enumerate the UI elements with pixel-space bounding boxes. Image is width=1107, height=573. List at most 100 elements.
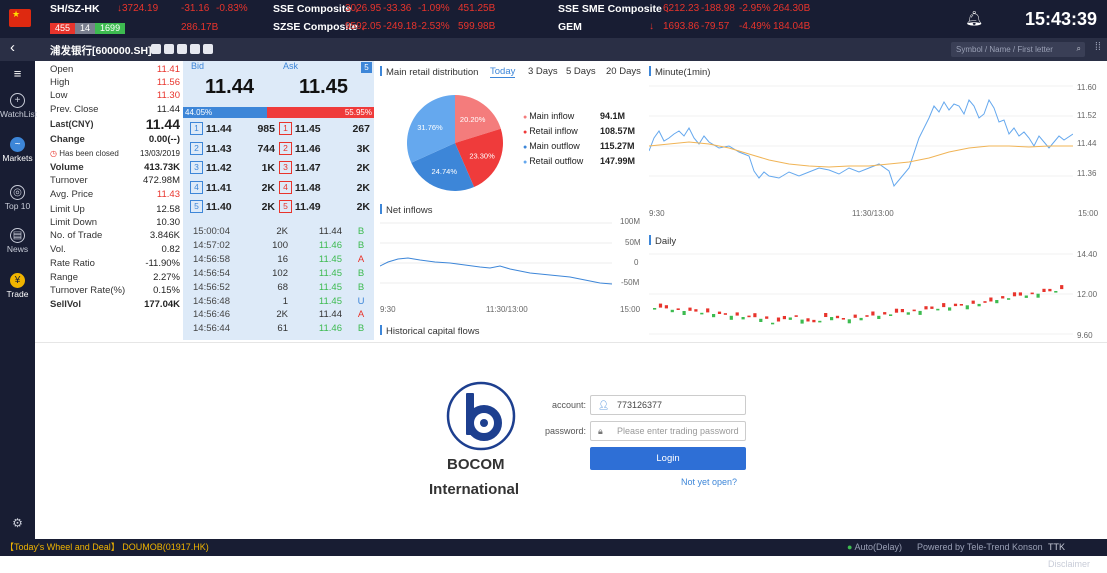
- quote-row: Open 11.41: [50, 63, 180, 76]
- candle: [1054, 291, 1058, 293]
- account-field[interactable]: 👤︎ 773126377: [590, 395, 746, 415]
- quote-row: Prev. Close 11.44: [50, 103, 180, 116]
- quote-value: 413.73K: [144, 162, 180, 173]
- candle: [936, 308, 940, 311]
- ask-level-price-text: 11.46: [294, 142, 321, 155]
- title-marker: [380, 204, 382, 214]
- candle: [830, 317, 834, 321]
- net-inflows-chart: [380, 222, 613, 285]
- index-name[interactable]: SSE SME Composite ↓: [558, 3, 670, 15]
- tick-time: 14:56:54: [193, 267, 230, 279]
- bid-level-volume: 2K: [261, 201, 275, 213]
- advance-decline: 455 14 1699: [50, 22, 126, 34]
- news-ticker[interactable]: 【Today's Wheel and Deal】 DOUMOB(01917.HK…: [5, 539, 209, 556]
- candle: [989, 297, 993, 302]
- quote-row: Rate Ratio -11.90%: [50, 257, 180, 270]
- nav-news[interactable]: ▤ News: [0, 228, 35, 254]
- tick-volume: 68: [277, 281, 288, 293]
- ask-level-badge: 4: [279, 180, 292, 194]
- password-label: password:: [544, 426, 586, 436]
- nav-top10[interactable]: ◎ Top 10: [0, 185, 35, 211]
- grid-menu-icon[interactable]: ⁞⁞: [1095, 41, 1101, 53]
- quote-row: Limit Down 10.30: [50, 216, 180, 229]
- candle: [1007, 298, 1011, 300]
- quote-row: Last(CNY) 11.44: [50, 117, 180, 131]
- nav-watchlist[interactable]: + WatchList: [0, 93, 37, 119]
- legend-item: ● Main outflow 115.27M: [523, 141, 643, 151]
- candle: [871, 311, 875, 316]
- login-panel: [35, 342, 1107, 539]
- nav-markets[interactable]: ~ Markets: [0, 137, 35, 163]
- pie-slice-label: 23.30%: [469, 151, 495, 160]
- candle: [900, 309, 904, 313]
- back-arrow-icon[interactable]: ‹: [10, 39, 15, 56]
- quote-value: 2.27%: [153, 272, 180, 283]
- index-turnover: 286.17B: [181, 22, 219, 33]
- f10-icon[interactable]: [203, 44, 213, 54]
- tab-3-days[interactable]: 3 Days: [528, 66, 558, 77]
- market-index-bar: SH/SZ-HK ↓3724.19 -31.16 -0.83% 45514169…: [0, 0, 1107, 38]
- candle: [771, 322, 775, 325]
- bid-level-price-text: 11.40: [205, 201, 232, 213]
- quote-value: 0.15%: [153, 285, 180, 296]
- doc-icon[interactable]: [151, 44, 161, 54]
- bid-price: 11.44: [205, 76, 254, 98]
- x-tick: 15:00: [1078, 209, 1099, 218]
- candle: [918, 310, 922, 315]
- index-turnover: 599.98B: [458, 21, 496, 32]
- tick-volume: 102: [272, 267, 288, 279]
- hamburger-menu-icon[interactable]: ≡: [0, 66, 35, 81]
- quote-label: Prev. Close: [50, 104, 99, 115]
- disclaimer-link[interactable]: TTK Disclaimer: [1048, 539, 1107, 573]
- pie-slice-label: 24.74%: [432, 167, 458, 176]
- lock-icon: 🔒︎: [598, 426, 603, 436]
- trade-coin-icon: ¥: [10, 273, 25, 288]
- tick-volume: 61: [277, 323, 288, 335]
- not-yet-open-link[interactable]: Not yet open?: [681, 477, 737, 487]
- quote-label: Vol.: [50, 244, 66, 255]
- password-field[interactable]: 🔒︎ Please enter trading password: [590, 421, 746, 441]
- candle: [759, 318, 763, 322]
- index-change: -79.57: [701, 21, 730, 32]
- bid-level-badge: 2: [190, 141, 203, 155]
- candle: [688, 307, 692, 311]
- candle: [889, 314, 893, 316]
- bid-level-price: 5 11.40: [190, 198, 250, 217]
- y-tick: 11.36: [1077, 169, 1097, 178]
- candle: [877, 315, 881, 319]
- info-icon[interactable]: [177, 44, 187, 54]
- candle: [717, 311, 722, 314]
- candle: [729, 315, 733, 320]
- chart-icon[interactable]: [190, 44, 200, 54]
- candle: [706, 308, 710, 313]
- index-name[interactable]: SH/SZ-HK: [50, 3, 100, 15]
- bid-label: Bid: [191, 61, 205, 71]
- quote-value: -11.90%: [145, 258, 180, 269]
- y-tick: 12.00: [1077, 290, 1098, 299]
- heart-icon[interactable]: [164, 44, 174, 54]
- settings-gear-icon[interactable]: ⚙: [0, 516, 35, 530]
- tab-today[interactable]: Today: [490, 66, 516, 78]
- quote-row: No. of Trade 3.846K: [50, 229, 180, 242]
- candle: [883, 312, 887, 315]
- search-input[interactable]: Symbol / Name / First letter ⌕: [951, 42, 1085, 57]
- depth-selector[interactable]: 5: [361, 62, 372, 73]
- candle: [694, 309, 698, 312]
- decline-count: 1699: [95, 23, 126, 34]
- candle: [930, 306, 934, 309]
- candle: [670, 309, 674, 313]
- candle: [1036, 293, 1040, 298]
- candle: [1012, 292, 1017, 297]
- tick-time: 14:57:02: [193, 239, 230, 251]
- search-icon[interactable]: ⌕: [1077, 43, 1081, 54]
- index-name[interactable]: GEM: [558, 21, 582, 33]
- nav-trade[interactable]: ¥ Trade: [0, 273, 35, 299]
- tab-20-days[interactable]: 20 Days: [606, 66, 641, 77]
- quote-value: 0.82: [161, 244, 181, 255]
- tab-5-days[interactable]: 5 Days: [566, 66, 596, 77]
- legend-value: 94.1M: [600, 111, 626, 121]
- bell-icon[interactable]: 🔔︎: [965, 10, 983, 27]
- login-button[interactable]: Login: [590, 447, 746, 470]
- search-placeholder: Symbol / Name / First letter: [956, 45, 1053, 54]
- index-value: ↓3724.19: [117, 3, 158, 14]
